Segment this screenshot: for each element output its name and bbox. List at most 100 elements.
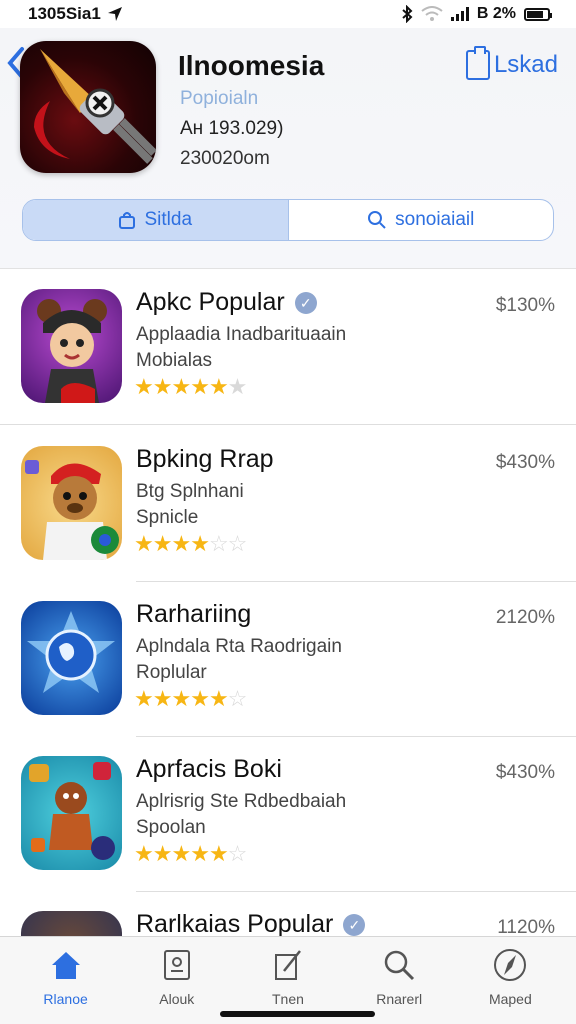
tab-home[interactable]: Rlanoe: [22, 947, 110, 1024]
segment-sitlda[interactable]: Sitlda: [23, 200, 289, 240]
location-arrow-icon: [107, 7, 122, 21]
app-store-page: 1305Sia1 B 2% Ilnoomesia Popioialn Ан 19…: [0, 0, 576, 1024]
star-icon: ★: [152, 531, 173, 556]
app-name: Bpking Rrap: [136, 445, 274, 473]
app-category: Mobialas: [136, 350, 213, 371]
app-category: Popioialn: [180, 88, 259, 109]
app-icon: [21, 446, 122, 560]
app-price[interactable]: $130%: [496, 295, 555, 317]
star-empty-icon: ☆: [227, 841, 248, 866]
bluetooth-icon: [402, 5, 413, 23]
app-name: Rarhariing: [136, 600, 252, 628]
verified-check-icon: ✓: [343, 914, 366, 937]
compass-icon: [494, 949, 527, 981]
star-icon: ★: [171, 841, 191, 866]
app-title: Ilnoomesia: [178, 50, 325, 81]
bear-character-icon: [37, 299, 107, 403]
app-rank: Ан 193.029): [180, 118, 284, 139]
star-empty-icon: ☆: [208, 531, 229, 556]
app-icon: [21, 756, 122, 870]
featured-app-icon[interactable]: [20, 41, 156, 173]
book-icon: [163, 950, 190, 980]
row-divider: [0, 424, 576, 425]
list-item[interactable]: Rarhariing Aplndala Rta Raodrigain Roplu…: [0, 582, 576, 737]
star-icon: ★: [152, 686, 173, 711]
star-empty-icon: ☆: [227, 531, 248, 556]
app-developer: Btg Splnhani: [136, 481, 244, 502]
tab-label: Alouk: [159, 991, 195, 1007]
share-button[interactable]: Lskad: [465, 46, 558, 80]
globe-star-icon: [27, 611, 115, 693]
search-icon: [368, 211, 386, 229]
list-item[interactable]: Bpking Rrap Btg Splnhani Spnicle ★★★★☆☆ …: [0, 427, 576, 582]
star-icon: ★: [171, 531, 191, 556]
app-category: Spoolan: [136, 817, 206, 838]
share-icon: [465, 46, 490, 80]
status-bar: 1305Sia1 B 2%: [0, 0, 576, 28]
edit-icon: [274, 950, 301, 980]
star-empty-icon: ☆: [227, 686, 248, 711]
rating-stars: ★★★★★★: [134, 374, 248, 400]
star-icon: ★: [190, 374, 210, 399]
tab-alouk[interactable]: Alouk: [133, 947, 221, 1024]
battery-icon: [524, 7, 552, 21]
rating-stars: ★★★★★☆: [134, 686, 248, 712]
star-icon: ★: [171, 374, 191, 399]
app-price[interactable]: $430%: [496, 762, 555, 784]
star-icon: ★: [134, 841, 154, 866]
segment-label: Sitlda: [144, 209, 193, 230]
app-name: Aprfacis Boki: [136, 755, 282, 783]
star-half-icon: ★: [190, 531, 210, 556]
status-time: 1305Sia1: [28, 4, 101, 23]
status-right: B 2%: [401, 5, 552, 23]
app-header: Ilnoomesia Popioialn Ан 193.029) 230020o…: [0, 28, 576, 268]
app-developer: Aplndala Rta Raodrigain: [136, 636, 342, 657]
star-half-icon: ★: [208, 686, 229, 711]
bear-chef-icon: [25, 460, 119, 560]
verified-check-icon: ✓: [294, 292, 317, 315]
star-icon: ★: [208, 841, 229, 866]
battery-percent: B 2%: [476, 5, 516, 22]
segment-search[interactable]: sonoiaiail: [289, 200, 554, 240]
app-price[interactable]: $430%: [496, 452, 555, 474]
tab-label: Rnarerl: [376, 991, 423, 1007]
app-name-text: Apkc Popular: [136, 288, 285, 316]
star-icon: ★: [190, 686, 210, 711]
app-category: Spnicle: [136, 507, 199, 528]
home-indicator[interactable]: [220, 1011, 375, 1017]
app-name-text: Rarlkaias Popular: [136, 910, 334, 938]
app-name: Rarlkaias Popular ✓: [136, 910, 366, 939]
app-icon: [21, 289, 122, 403]
app-category: Roplular: [136, 662, 207, 683]
app-name: Apkc Popular ✓: [136, 288, 317, 317]
list-item[interactable]: Apkc Popular ✓ Applaadia Inadbarituaain M…: [0, 270, 576, 425]
star-icon: ★: [134, 686, 154, 711]
app-developer: Applaadia Inadbarituaain: [136, 324, 347, 345]
star-icon: ★: [171, 686, 191, 711]
header-divider: [0, 268, 576, 269]
star-empty-icon: ★: [227, 374, 248, 399]
cartoon-character-icon: [29, 762, 115, 860]
home-icon: [51, 952, 80, 979]
star-icon: ★: [152, 374, 173, 399]
wifi-icon: [421, 6, 443, 21]
status-left: 1305Sia1: [28, 4, 123, 24]
search-icon: [384, 950, 415, 981]
app-price[interactable]: 2120%: [496, 607, 555, 629]
list-item[interactable]: Aprfacis Boki Aplrisrig Ste Rdbedbaiah S…: [0, 737, 576, 892]
star-icon: ★: [152, 841, 173, 866]
star-icon: ★: [134, 374, 154, 399]
app-size: 230020om: [180, 148, 270, 169]
rating-stars: ★★★★★☆: [134, 841, 248, 867]
app-developer: Aplrisrig Ste Rdbedbaiah: [136, 791, 347, 812]
bag-icon: [119, 212, 136, 229]
rocket-pen-icon: [34, 49, 156, 164]
segment-label: sonoiaiail: [395, 209, 475, 230]
tab-label: Tnen: [272, 991, 304, 1007]
star-icon: ★: [134, 531, 154, 556]
app-icon: [21, 601, 122, 715]
share-label: Lskad: [493, 51, 558, 78]
star-half-icon: ★: [208, 374, 229, 399]
tab-maped[interactable]: Maped: [466, 947, 554, 1024]
segmented-control: Sitlda sonoiaiail: [22, 199, 554, 241]
